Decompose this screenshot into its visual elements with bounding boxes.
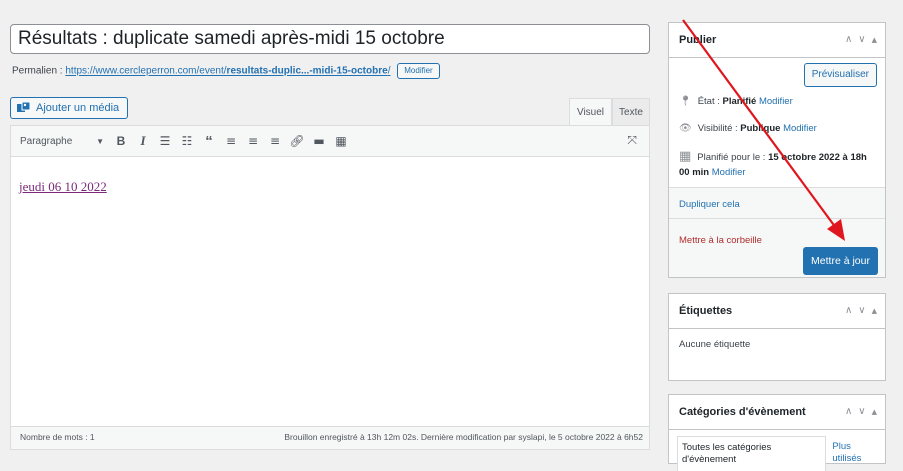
bold-icon[interactable]: B — [110, 134, 132, 148]
permalink-row: Permalien : https://www.cercleperron.com… — [12, 63, 440, 79]
categories-box-header: Catégories d'évènement ∧∨▲ — [669, 395, 885, 430]
box-controls: ∧∨▲ — [845, 294, 877, 328]
visibility-edit-link[interactable]: Modifier — [783, 123, 817, 134]
media-icon — [17, 102, 31, 112]
status-edit-link[interactable]: Modifier — [759, 96, 793, 107]
italic-icon[interactable]: I — [132, 133, 154, 149]
align-right-icon[interactable]: ≡ — [264, 134, 286, 148]
box-controls: ∧∨▲ — [845, 23, 877, 57]
post-title-input[interactable]: Résultats : duplicate samedi après-midi … — [10, 24, 650, 54]
editor-toolbar: Paragraphe ▼ B I ☰ ☷ “ ≡ ≡ ≡ 🔗︎ ▬ ▦ ⤧ — [11, 126, 649, 157]
permalink-link[interactable]: https://www.cercleperron.com/event/resul… — [65, 66, 390, 77]
move-up-icon[interactable]: ∧ — [845, 34, 858, 45]
publish-box: Publier ∧∨▲ Prévisualiser 📍︎ État : Plani… — [668, 22, 886, 278]
editor-statusbar: Nombre de mots : 1 Brouillon enregistré … — [11, 426, 649, 449]
category-tabs: Toutes les catégories d'évènement Plus u… — [677, 436, 885, 471]
editor-content[interactable]: jeudi 06 10 2022 — [11, 157, 649, 195]
toolbar-toggle-icon[interactable]: ▦ — [330, 134, 352, 148]
status-row: 📍︎ État : Planifié Modifier — [679, 96, 793, 107]
bullet-list-icon[interactable]: ☰ — [154, 134, 176, 148]
read-more-icon[interactable]: ▬ — [308, 134, 330, 148]
add-media-button[interactable]: Ajouter un média — [10, 97, 129, 119]
collapse-icon[interactable]: ▲ — [872, 408, 877, 416]
dropdown-arrow-icon: ▼ — [96, 136, 104, 146]
move-up-icon[interactable]: ∧ — [845, 406, 858, 417]
calendar-icon: ▦ — [679, 149, 692, 164]
editor-area: Paragraphe ▼ B I ☰ ☷ “ ≡ ≡ ≡ 🔗︎ ▬ ▦ ⤧ je… — [10, 125, 650, 450]
box-controls: ∧∨▲ — [845, 395, 877, 429]
tags-box-header: Étiquettes ∧∨▲ — [669, 294, 885, 329]
permalink-label: Permalien : — [12, 65, 63, 77]
schedule-row: ▦ Planifié pour le : 15 octobre 2022 à 18… — [679, 149, 867, 178]
fullscreen-icon[interactable]: ⤧ — [627, 133, 637, 148]
collapse-icon[interactable]: ▲ — [872, 307, 877, 315]
tab-all-categories[interactable]: Toutes les catégories d'évènement — [677, 436, 827, 471]
tab-text[interactable]: Texte — [612, 98, 650, 125]
tags-box: Étiquettes ∧∨▲ Aucune étiquette — [668, 293, 886, 381]
tags-heading: Étiquettes — [679, 305, 733, 317]
align-left-icon[interactable]: ≡ — [220, 134, 242, 148]
numbered-list-icon[interactable]: ☷ — [176, 134, 198, 148]
move-up-icon[interactable]: ∧ — [845, 305, 858, 316]
publish-actions: Mettre à la corbeille Mettre à jour — [669, 218, 885, 277]
permalink-edit-button[interactable]: Modifier — [397, 63, 440, 79]
trash-link[interactable]: Mettre à la corbeille — [679, 235, 762, 246]
publish-box-header: Publier ∧∨▲ — [669, 23, 885, 58]
format-select-value: Paragraphe — [20, 135, 73, 147]
align-center-icon[interactable]: ≡ — [242, 134, 264, 148]
publish-heading: Publier — [679, 34, 717, 46]
update-button[interactable]: Mettre à jour — [803, 247, 878, 275]
move-down-icon[interactable]: ∨ — [858, 305, 871, 316]
visibility-row: 👁︎ Visibilité : Publique Modifier — [679, 123, 817, 134]
publish-footer: Dupliquer cela Mettre à la corbeille Met… — [669, 187, 885, 277]
collapse-icon[interactable]: ▲ — [872, 36, 877, 44]
tab-visual[interactable]: Visuel — [569, 98, 612, 125]
blockquote-icon[interactable]: “ — [198, 133, 220, 150]
tags-empty-text: Aucune étiquette — [679, 339, 751, 350]
categories-box: Catégories d'évènement ∧∨▲ Toutes les ca… — [668, 394, 886, 471]
move-down-icon[interactable]: ∨ — [858, 406, 871, 417]
move-down-icon[interactable]: ∨ — [858, 34, 871, 45]
tab-most-used[interactable]: Plus utilisés — [826, 436, 885, 471]
word-count: Nombre de mots : 1 — [20, 432, 95, 442]
link-icon[interactable]: 🔗︎ — [286, 134, 308, 148]
eye-icon: 👁︎ — [679, 123, 692, 134]
preview-button[interactable]: Prévisualiser — [803, 63, 877, 87]
categories-heading: Catégories d'évènement — [679, 406, 806, 418]
pin-icon: 📍︎ — [679, 96, 692, 107]
format-select[interactable]: Paragraphe ▼ — [20, 136, 110, 147]
duplicate-link[interactable]: Dupliquer cela — [679, 199, 740, 210]
schedule-edit-link[interactable]: Modifier — [712, 167, 746, 178]
add-media-label: Ajouter un média — [36, 102, 120, 114]
save-status: Brouillon enregistré à 13h 12m 02s. Dern… — [284, 432, 643, 442]
content-text: jeudi 06 10 2022 — [19, 179, 107, 194]
